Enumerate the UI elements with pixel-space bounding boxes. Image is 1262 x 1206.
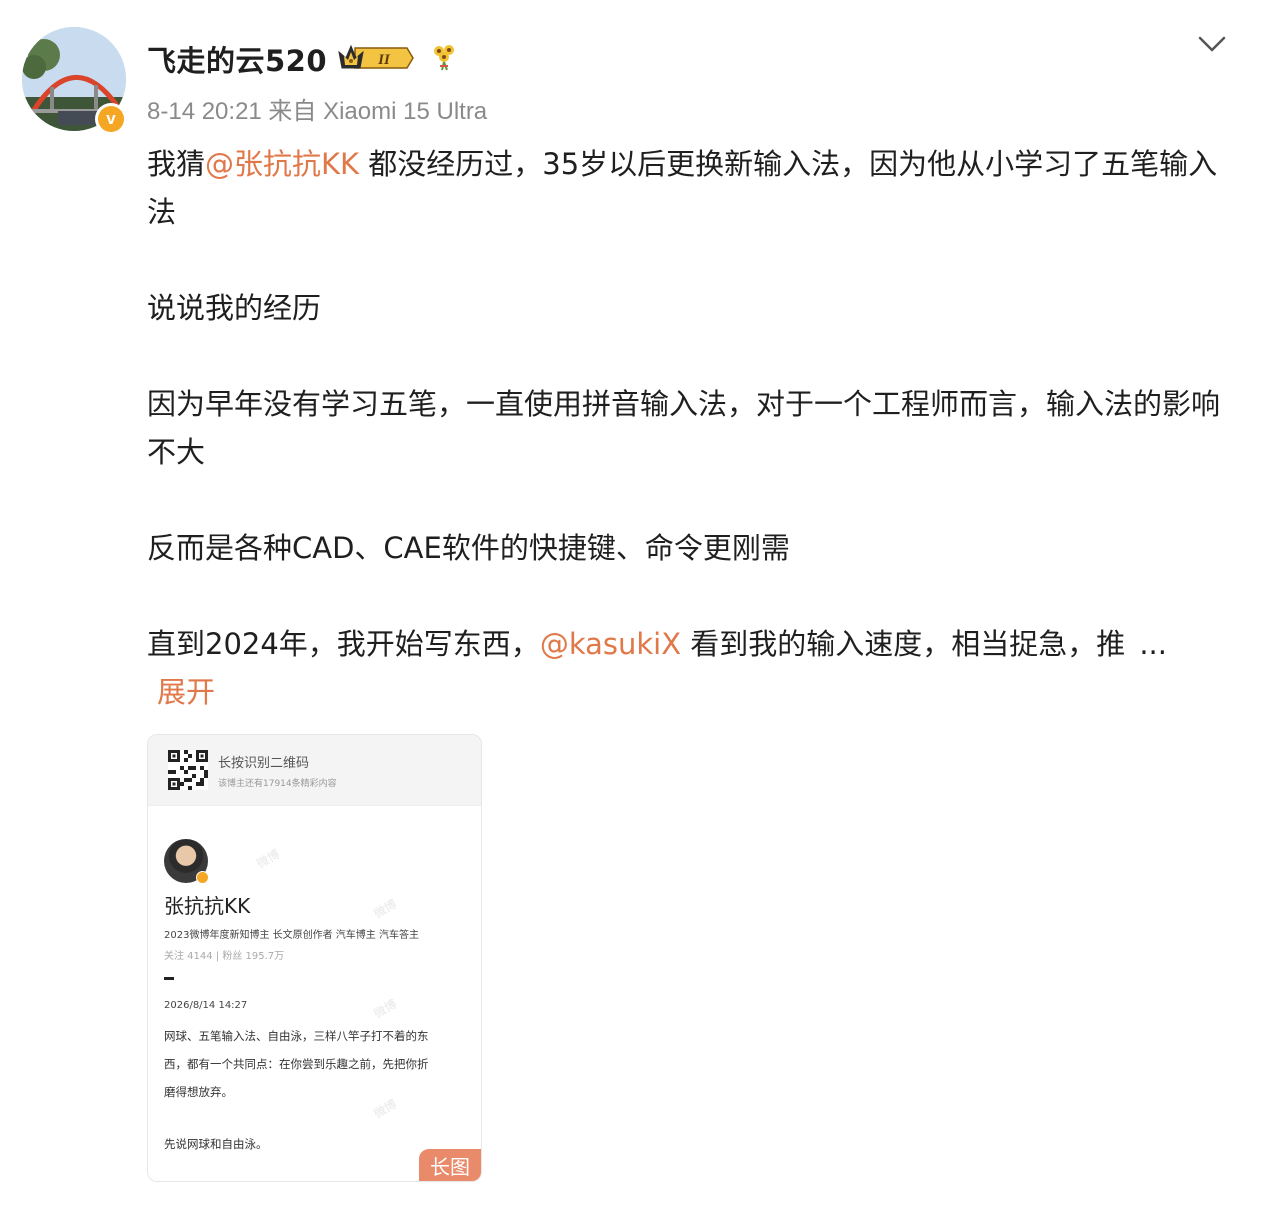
watermark-text: 微博 bbox=[371, 996, 400, 1021]
paragraph-5-post: 看到我的输入速度，相当捉急，推 bbox=[681, 627, 1126, 661]
username[interactable]: 飞走的云520 bbox=[147, 38, 327, 80]
crown-level-text: II bbox=[377, 52, 391, 68]
post-text: 我猜@张抗抗KK 都没经历过，35岁以后更换新输入法，因为他从小学习了五笔输入法… bbox=[147, 140, 1237, 716]
verified-badge: v bbox=[95, 103, 127, 135]
card-divider bbox=[164, 977, 174, 980]
long-image-card[interactable]: 长按识别二维码 该博主还有17914条精彩内容 微博 微博 微博 微博 张抗抗K… bbox=[147, 734, 482, 1182]
card-author-tags: 2023微博年度新知博主 长文原创作者 汽车博主 汽车答主 bbox=[164, 930, 419, 941]
chevron-down-icon[interactable] bbox=[1196, 30, 1228, 58]
ellipsis: ... bbox=[1139, 627, 1167, 661]
watermark-text: 微博 bbox=[371, 896, 400, 921]
card-body-line: 磨得想放弃。 bbox=[164, 1085, 233, 1099]
flower-badge-icon[interactable] bbox=[430, 42, 458, 72]
card-verified-badge bbox=[196, 871, 209, 884]
verified-badge-glyph: v bbox=[98, 106, 124, 132]
paragraph-1-pre: 我猜 bbox=[147, 147, 206, 181]
card-body-text: 网球、五笔输入法、自由泳，三样八竿子打不着的东 西，都有一个共同点：在你尝到乐趣… bbox=[164, 1022, 470, 1106]
paragraph-4: 反而是各种CAD、CAE软件的快捷键、命令更刚需 bbox=[147, 531, 790, 565]
paragraph-3: 因为早年没有学习五笔，一直使用拼音输入法，对于一个工程师而言，输入法的影响不大 bbox=[147, 387, 1221, 469]
qr-title: 长按识别二维码 bbox=[218, 756, 310, 771]
qr-subtitle: 该博主还有17914条精彩内容 bbox=[218, 779, 337, 789]
card-qr-header: 长按识别二维码 该博主还有17914条精彩内容 bbox=[148, 735, 481, 806]
card-bottom-line: 先说网球和自由泳。 bbox=[164, 1137, 268, 1151]
crown-badge-icon[interactable]: II bbox=[337, 42, 415, 74]
paragraph-5-pre: 直到2024年，我开始写东西， bbox=[147, 627, 540, 661]
card-author-name: 张抗抗KK bbox=[164, 894, 251, 918]
card-body-line: 西，都有一个共同点：在你尝到乐趣之前，先把你折 bbox=[164, 1057, 429, 1071]
post-meta: 8-14 20:21 来自 Xiaomi 15 Ultra bbox=[147, 98, 488, 125]
card-post-time: 2026/8/14 14:27 bbox=[164, 1000, 248, 1011]
paragraph-1: 我猜@张抗抗KK 都没经历过，35岁以后更换新输入法，因为他从小学习了五笔输入法 bbox=[147, 140, 1237, 236]
card-body-line: 网球、五笔输入法、自由泳，三样八竿子打不着的东 bbox=[164, 1029, 429, 1043]
mention-link[interactable]: @kasukiX bbox=[540, 627, 681, 661]
qr-code-icon bbox=[168, 750, 208, 790]
expand-link[interactable]: 展开 bbox=[157, 675, 215, 709]
long-image-badge: 长图 bbox=[419, 1149, 481, 1181]
card-author-stats: 关注 4144 | 粉丝 195.7万 bbox=[164, 951, 285, 962]
paragraph-5: 直到2024年，我开始写东西，@kasukiX 看到我的输入速度，相当捉急，推.… bbox=[147, 620, 1237, 668]
mention-link[interactable]: @张抗抗KK bbox=[205, 147, 359, 181]
paragraph-2: 说说我的经历 bbox=[147, 291, 322, 325]
watermark-text: 微博 bbox=[254, 846, 283, 871]
